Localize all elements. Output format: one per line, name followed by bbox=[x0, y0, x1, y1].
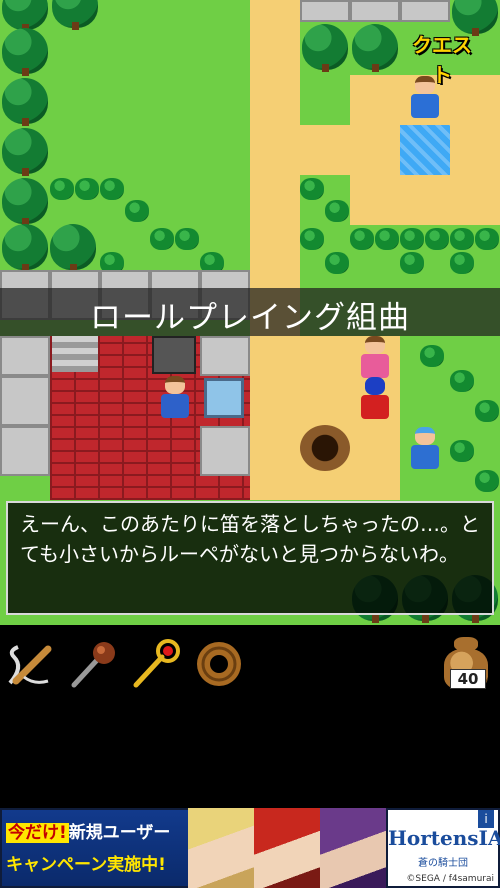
stone-wall bbox=[0, 336, 50, 376]
gold-bag-icon[interactable]: 40 bbox=[438, 635, 494, 695]
tree bbox=[2, 224, 48, 272]
bush bbox=[325, 252, 349, 274]
ad-promo-line1-rest: 新規ユーザー bbox=[68, 823, 171, 843]
stove bbox=[152, 336, 196, 374]
pond bbox=[400, 125, 450, 175]
quest-button[interactable]: クエスト bbox=[404, 30, 480, 87]
ad-promo-line1: 今だけ! 新規ユーザー bbox=[6, 818, 184, 843]
bush bbox=[450, 440, 474, 462]
tree bbox=[302, 24, 348, 72]
bush bbox=[450, 370, 474, 392]
bush bbox=[325, 200, 349, 222]
bush bbox=[50, 178, 74, 200]
location-title: ロールプレイング組曲 bbox=[90, 300, 410, 336]
stone-block bbox=[350, 0, 400, 22]
tree bbox=[52, 0, 98, 30]
ad-copyright: ©SEGA / f4samurai bbox=[406, 874, 494, 884]
tree bbox=[2, 78, 48, 126]
path bbox=[300, 125, 360, 175]
dialog-text: えーん、このあたりに笛を落としちゃったの…。とても小さいからルーペがないと見つか… bbox=[20, 512, 480, 566]
dialog-box[interactable]: えーん、このあたりに笛を落としちゃったの…。とても小さいからルーペがないと見つか… bbox=[6, 501, 494, 615]
rope-whip-icon[interactable] bbox=[4, 637, 58, 691]
tree bbox=[50, 224, 96, 272]
stone-wall bbox=[200, 426, 250, 476]
bush bbox=[125, 200, 149, 222]
ad-promo-line2: キャンペーン実施中! bbox=[6, 855, 166, 875]
bush bbox=[400, 228, 424, 250]
bush bbox=[75, 178, 99, 200]
tree bbox=[2, 28, 48, 76]
ad-character-purple bbox=[320, 808, 386, 888]
ad-logo-title: HortensIA bbox=[388, 826, 500, 850]
tree bbox=[352, 24, 398, 72]
bush bbox=[475, 228, 499, 250]
golden-staff-icon[interactable] bbox=[128, 637, 182, 691]
bush bbox=[100, 178, 124, 200]
ad-promo-highlight: 今だけ! bbox=[6, 823, 69, 843]
bush bbox=[450, 252, 474, 274]
bush bbox=[300, 228, 324, 250]
location-title-banner: ロールプレイング組曲 bbox=[0, 288, 500, 336]
bush bbox=[475, 400, 499, 422]
bush bbox=[425, 228, 449, 250]
ad-character-blonde bbox=[188, 808, 254, 888]
inventory-bar: 40 bbox=[0, 625, 500, 807]
mace-icon[interactable] bbox=[66, 637, 120, 691]
ad-banner[interactable]: 今だけ! 新規ユーザー キャンペーン実施中! HortensIA 蒼の騎士団 i … bbox=[0, 808, 500, 888]
bush bbox=[300, 178, 324, 200]
npc-woman-in-house[interactable] bbox=[155, 374, 195, 422]
ad-info-icon[interactable]: i bbox=[478, 810, 494, 828]
bush bbox=[150, 228, 174, 250]
stone-block bbox=[300, 0, 350, 22]
bush bbox=[175, 228, 199, 250]
tree bbox=[2, 178, 48, 226]
bush bbox=[420, 345, 444, 367]
tree bbox=[2, 0, 48, 32]
ad-logo-subtitle: 蒼の騎士団 bbox=[418, 858, 468, 869]
stone-wall bbox=[0, 376, 50, 426]
stone-wall bbox=[0, 426, 50, 476]
well bbox=[300, 425, 350, 471]
ad-character-redhead bbox=[254, 808, 320, 888]
window bbox=[204, 378, 244, 418]
bush bbox=[450, 228, 474, 250]
stone-block bbox=[400, 0, 450, 22]
npc-wizard[interactable] bbox=[405, 425, 445, 473]
tree bbox=[2, 128, 48, 176]
stone-wall bbox=[200, 336, 250, 376]
bush bbox=[400, 252, 424, 274]
bush bbox=[375, 228, 399, 250]
tree bbox=[452, 0, 498, 36]
gold-count: 40 bbox=[450, 669, 486, 689]
ad-game-logo[interactable]: HortensIA 蒼の騎士団 i ©SEGA / f4samurai bbox=[388, 810, 500, 886]
ad-promo[interactable]: 今だけ! 新規ユーザー キャンペーン実施中! bbox=[2, 810, 188, 886]
coiled-rope-icon[interactable] bbox=[192, 637, 246, 691]
bush bbox=[475, 470, 499, 492]
stairs bbox=[52, 336, 98, 372]
player-hero[interactable] bbox=[355, 375, 395, 423]
bush bbox=[350, 228, 374, 250]
